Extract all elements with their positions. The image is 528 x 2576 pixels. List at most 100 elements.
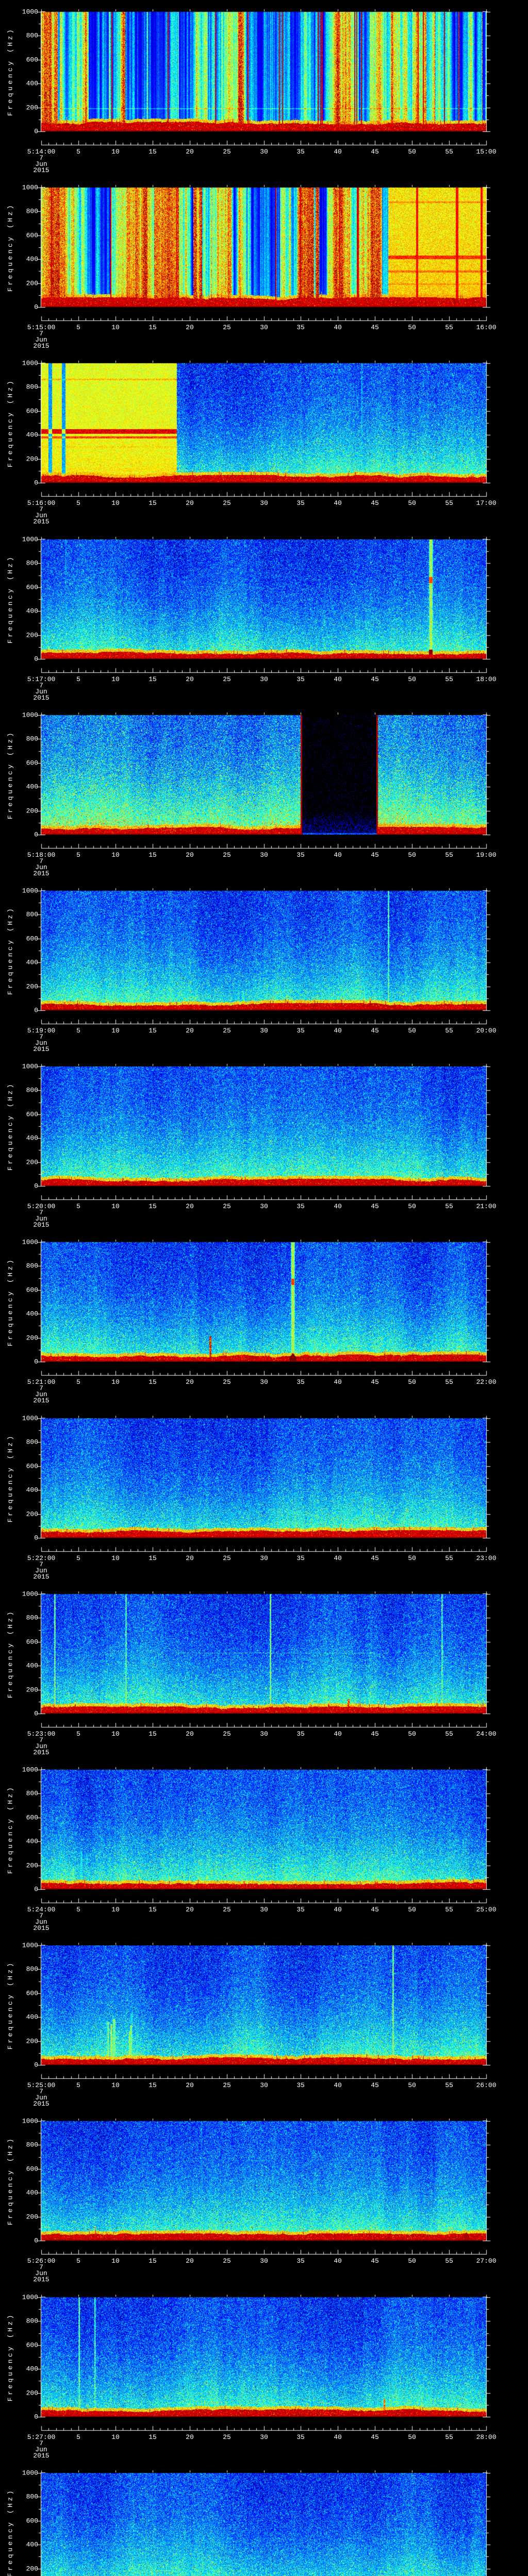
y-tick-label: 800 — [26, 735, 38, 743]
y-tick-label: 1000 — [22, 1941, 38, 1950]
x-minute-label: 40 — [334, 1378, 342, 1386]
y-tick-label: 600 — [26, 2517, 38, 2525]
x-minute-label: 35 — [296, 675, 305, 683]
x-minute-label: 20 — [186, 2257, 194, 2265]
x-minute-label: 35 — [296, 1378, 305, 1386]
y-tick-label: 600 — [26, 1814, 38, 1822]
x-minute-label: 40 — [334, 1027, 342, 1035]
x-minute-label: 20 — [186, 1202, 194, 1210]
x-minute-label: 30 — [260, 1730, 268, 1738]
y-tick-label: 400 — [26, 1837, 38, 1845]
date-year-label: 2015 — [33, 166, 50, 174]
x-minute-label: 10 — [111, 1730, 120, 1738]
x-minute-label: 5 — [76, 2257, 80, 2265]
y-tick-label: 400 — [26, 1486, 38, 1494]
x-end-time-label: 23:00 — [476, 1554, 497, 1562]
x-end-time-label: 27:00 — [476, 2257, 497, 2265]
x-minute-label: 20 — [186, 1027, 194, 1035]
y-tick-label: 1000 — [22, 1766, 38, 1774]
x-minute-label: 45 — [371, 324, 379, 331]
x-minute-label: 5 — [76, 675, 80, 683]
x-minute-label: 30 — [260, 1027, 268, 1035]
spectrogram-panel: Frequency (Hz) 0 200 400 600 800 1000 5:15:00… — [0, 176, 528, 351]
y-tick-label: 200 — [26, 104, 38, 112]
x-minute-label: 40 — [334, 1906, 342, 1913]
y-axis-title: Frequency (Hz) — [6, 1785, 14, 1874]
x-minute-label: 15 — [148, 1554, 157, 1562]
y-axis-title: Frequency (Hz) — [6, 1257, 14, 1347]
spectrogram-panel: Frequency (Hz) 0 200 400 600 800 1000 5:16:00… — [0, 351, 528, 527]
x-minute-label: 15 — [148, 851, 157, 859]
x-minute-label: 25 — [223, 2081, 231, 2089]
y-tick-label: 600 — [26, 759, 38, 767]
y-tick-label: 1000 — [22, 183, 38, 192]
spectrogram-panel: Frequency (Hz) 02004006008001000 5:28:00… — [0, 2461, 528, 2576]
spectrogram-panel: Frequency (Hz) 0 200 400 600 800 1000 5:24:00… — [0, 1758, 528, 1934]
y-tick-label: 0 — [34, 831, 38, 839]
y-tick-label: 400 — [26, 431, 38, 439]
x-minute-label: 45 — [371, 2081, 379, 2089]
spectrogram-panel: Frequency (Hz) 0 200 400 600 800 1000 5:14:00… — [0, 0, 528, 176]
y-tick-label: 400 — [26, 2365, 38, 2373]
x-minute-label: 55 — [445, 1554, 453, 1562]
y-tick-label: 600 — [26, 407, 38, 415]
y-tick-label: 200 — [26, 2565, 38, 2573]
y-tick-label: 200 — [26, 807, 38, 815]
x-minute-label: 20 — [186, 148, 194, 156]
y-tick-label: 200 — [26, 2213, 38, 2221]
x-minute-label: 10 — [111, 1027, 120, 1035]
date-year-label: 2015 — [33, 1045, 50, 1053]
x-minute-label: 35 — [296, 324, 305, 331]
x-minute-label: 40 — [334, 499, 342, 507]
x-minute-label: 30 — [260, 1378, 268, 1386]
x-minute-label: 15 — [148, 148, 157, 156]
y-tick-label: 200 — [26, 455, 38, 463]
y-tick-label: 1000 — [22, 8, 38, 16]
y-tick-label: 1000 — [22, 2469, 38, 2477]
x-end-time-label: 22:00 — [476, 1378, 497, 1386]
x-minute-label: 25 — [223, 675, 231, 683]
date-year-label: 2015 — [33, 518, 50, 526]
y-tick-label: 400 — [26, 1134, 38, 1142]
x-minute-label: 30 — [260, 2081, 268, 2089]
x-end-time-label: 18:00 — [476, 675, 497, 683]
x-minute-label: 55 — [445, 851, 453, 859]
x-minute-label: 50 — [408, 1730, 416, 1738]
x-minute-label: 55 — [445, 1730, 453, 1738]
y-tick-label: 200 — [26, 1334, 38, 1342]
y-tick-label: 600 — [26, 2341, 38, 2349]
date-year-label: 2015 — [33, 1749, 50, 1756]
x-minute-label: 10 — [111, 1554, 120, 1562]
x-end-time-label: 25:00 — [476, 1906, 497, 1913]
y-tick-label: 1000 — [22, 359, 38, 367]
x-minute-label: 10 — [111, 2081, 120, 2089]
y-axis-title: Frequency (Hz) — [6, 202, 14, 292]
x-minute-label: 45 — [371, 2433, 379, 2441]
spectrogram-panel: Frequency (Hz) 0 200 400 600 800 1000 5:23:00… — [0, 1582, 528, 1758]
x-minute-label: 15 — [148, 324, 157, 331]
y-tick-label: 800 — [26, 2317, 38, 2325]
x-minute-label: 5 — [76, 324, 80, 331]
x-minute-label: 5 — [76, 1378, 80, 1386]
y-tick-label: 400 — [26, 2013, 38, 2021]
x-end-time-label: 20:00 — [476, 1027, 497, 1035]
y-tick-label: 600 — [26, 231, 38, 240]
x-minute-label: 35 — [296, 2257, 305, 2265]
y-tick-label: 0 — [34, 2236, 38, 2245]
x-minute-label: 50 — [408, 324, 416, 331]
y-tick-label: 200 — [26, 1861, 38, 1870]
y-tick-label: 0 — [34, 2413, 38, 2421]
x-minute-label: 40 — [334, 1730, 342, 1738]
x-minute-label: 5 — [76, 1554, 80, 1562]
y-tick-label: 400 — [26, 783, 38, 791]
y-tick-label: 800 — [26, 559, 38, 567]
x-minute-label: 55 — [445, 2433, 453, 2441]
y-tick-label: 600 — [26, 56, 38, 64]
x-end-time-label: 17:00 — [476, 499, 497, 507]
y-tick-label: 800 — [26, 1614, 38, 1622]
y-tick-label: 0 — [34, 1709, 38, 1718]
x-minute-label: 45 — [371, 1202, 379, 1210]
y-axis-title: Frequency (Hz) — [6, 1609, 14, 1699]
spectrogram-panel: Frequency (Hz) 0 200 400 600 800 1000 5:17:00… — [0, 528, 528, 703]
x-minute-label: 40 — [334, 675, 342, 683]
